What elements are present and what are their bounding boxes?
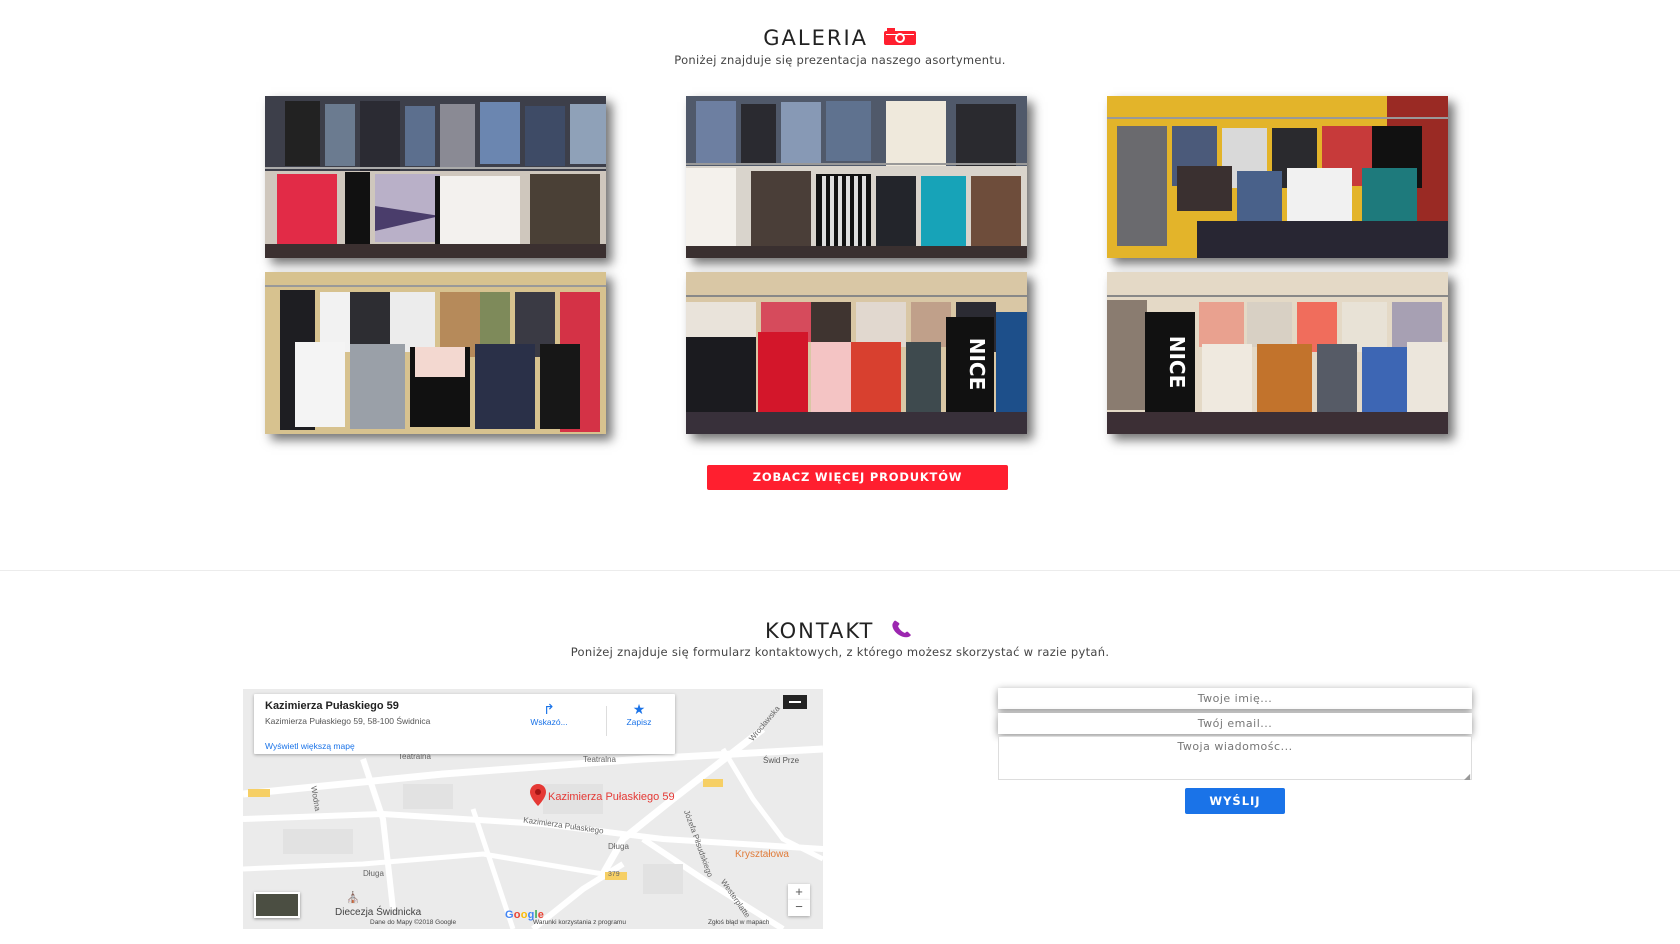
street-label-dluga-2: Długa (363, 869, 384, 878)
satellite-toggle[interactable] (254, 892, 300, 918)
section-divider (0, 570, 1680, 571)
poi-label-diecezja: Diecezja Świdnicka (335, 907, 422, 918)
road-number-label: 379 (608, 871, 620, 878)
map-terms-link[interactable]: Warunki korzystania z programu (533, 919, 626, 926)
view-bigger-map-link[interactable]: Wyświetl większą mapę (265, 741, 355, 751)
nice-shirt-text-5: NICE (965, 338, 989, 391)
nice-shirt-text-6: NICE (1165, 336, 1189, 389)
clothes-photo-4[interactable] (265, 272, 606, 434)
map-data-credit: Dane do Mapy ©2018 Google (370, 919, 457, 926)
directions-icon: ↱ (543, 701, 555, 717)
message-textarea[interactable] (998, 736, 1472, 780)
clothes-photo-5[interactable]: NICE (686, 272, 1027, 434)
clothes-photo-6[interactable]: NICE (1107, 272, 1448, 434)
save-label: Zapisz (626, 717, 652, 727)
poi-label-1: Świd Prze (763, 756, 800, 765)
map-place-name: Kazimierza Pułaskiego 59 (265, 700, 399, 712)
contact-subtitle: Poniżej znajduje się formularz kontaktow… (570, 645, 1110, 659)
map-pin-icon (530, 784, 546, 811)
map-report-link[interactable]: Zgłoś błąd w mapach (708, 919, 769, 926)
church-icon: ⛪ (346, 892, 360, 904)
save-place-button[interactable]: ★ Zapisz (604, 701, 674, 728)
see-more-products-button[interactable]: ZOBACZ WIĘCEJ PRODUKTÓW (707, 465, 1008, 490)
send-button[interactable]: WYŚLIJ (1185, 788, 1285, 814)
camera-icon (883, 27, 917, 51)
map-place-address: Kazimierza Pułaskiego 59, 58-100 Świdnic… (265, 716, 431, 726)
zoom-in-button[interactable]: + (788, 884, 810, 900)
google-map[interactable]: Teatralna Teatralna Kazimierza Pułaskieg… (243, 689, 823, 929)
resize-grip-icon[interactable]: ◢ (1464, 772, 1470, 781)
phone-icon (889, 620, 915, 645)
gallery-title: GALERIA (763, 26, 869, 50)
clothes-photo-3[interactable] (1107, 96, 1448, 258)
name-input[interactable] (998, 688, 1472, 709)
clothes-photo-1[interactable] (265, 96, 606, 258)
map-fullscreen-button[interactable] (783, 695, 807, 709)
clothes-photo-2[interactable] (686, 96, 1027, 258)
directions-label: Wskazó... (530, 717, 568, 727)
poi-label-krysztalowa: Kryształowa (735, 849, 789, 860)
contact-title-wrap: KONTAKT (0, 619, 1680, 645)
gallery-subtitle: Poniżej znajduje się prezentacja naszego… (674, 53, 1006, 67)
star-icon: ★ (632, 701, 646, 717)
map-place-card: Kazimierza Pułaskiego 59 Kazimierza Puła… (254, 694, 675, 754)
directions-button[interactable]: ↱ Wskazó... (514, 701, 584, 728)
contact-title: KONTAKT (764, 619, 875, 643)
street-label-dluga: Długa (608, 842, 629, 851)
gallery-title-wrap: GALERIA (0, 26, 1680, 51)
map-pin-label: Kazimierza Pułaskiego 59 (548, 791, 675, 803)
zoom-out-button[interactable]: − (788, 900, 810, 916)
street-label-teatralna-2: Teatralna (583, 755, 616, 764)
email-input[interactable] (998, 713, 1472, 734)
